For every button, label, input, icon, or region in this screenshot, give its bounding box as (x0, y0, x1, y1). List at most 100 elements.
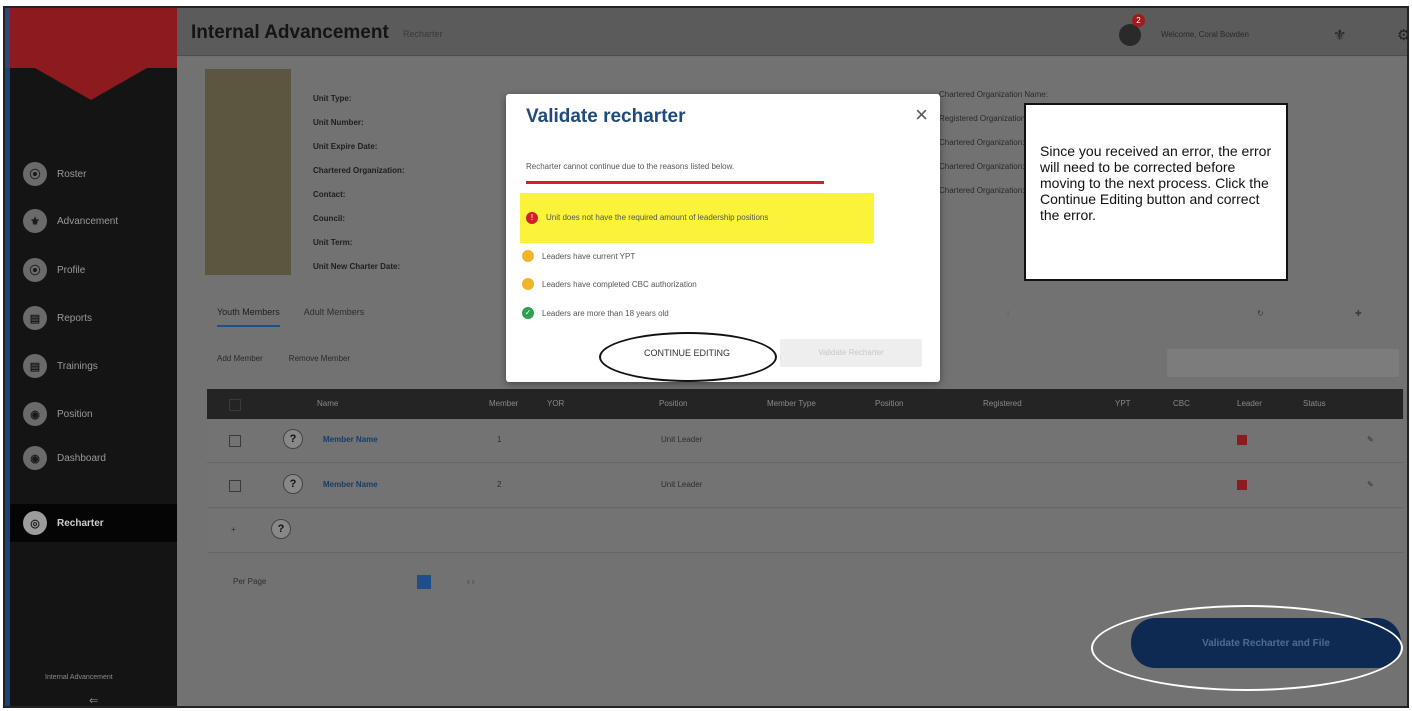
tab-youth-members[interactable]: Youth Members (217, 307, 280, 327)
unit-number-label: Unit Number: (313, 118, 364, 127)
add-row-icon[interactable]: + (231, 525, 236, 534)
roster-icon: ⦿ (23, 162, 47, 186)
notification-badge: 2 (1132, 14, 1145, 27)
edit-icon[interactable]: ✎ (1367, 435, 1374, 444)
sidebar-item-label: Trainings (57, 360, 98, 372)
column-header[interactable]: Leader (1237, 399, 1262, 408)
column-header[interactable]: Position (875, 399, 903, 408)
sidebar-item-advancement[interactable]: ⚜ Advancement (23, 207, 118, 235)
table-row-add[interactable]: + ? (207, 509, 1403, 553)
table-row[interactable]: ? Member Name 2 Unit Leader ✎ (207, 464, 1403, 508)
top-bar: Internal Advancement Recharter 2 Welcome… (177, 8, 1407, 56)
member-name-link[interactable]: Member Name (323, 435, 378, 444)
sidebar-item-trainings[interactable]: ▤ Trainings (23, 352, 98, 380)
leader-status-indicator (1237, 480, 1247, 490)
remove-member-button[interactable]: Remove Member (289, 354, 350, 363)
search-input[interactable] (1167, 349, 1399, 377)
member-tabs: Youth Members Adult Members (217, 307, 364, 327)
sidebar-item-label: Dashboard (57, 452, 106, 464)
highlight-oval (1091, 605, 1403, 691)
validate-recharter-modal: Validate recharter × Recharter cannot co… (506, 94, 940, 382)
column-header[interactable]: Member (489, 399, 518, 408)
row-checkbox[interactable] (229, 435, 241, 447)
tab-adult-members[interactable]: Adult Members (304, 307, 365, 327)
collapse-arrow-icon[interactable]: ⇐ (89, 694, 98, 706)
column-header[interactable]: YPT (1115, 399, 1131, 408)
table-actions: Add Member Remove Member (217, 354, 350, 363)
profile-icon: ⦿ (23, 258, 47, 282)
warning-icon (522, 250, 534, 262)
page-title: Internal Advancement (191, 22, 389, 43)
table-header: Name Member YOR Position Member Type Pos… (207, 389, 1403, 419)
sidebar-item-label: Recharter (57, 517, 104, 529)
error-divider (526, 181, 824, 184)
validate-recharter-modal-button[interactable]: Validate Recharter (780, 339, 922, 367)
sidebar-edge (5, 8, 10, 706)
settings-gear-icon[interactable]: ⚙ (1397, 26, 1407, 44)
page-subtitle: Recharter (403, 29, 443, 39)
column-header[interactable]: Member Type (767, 399, 816, 408)
recharter-icon: ◎ (23, 511, 47, 535)
warning-icon (522, 278, 534, 290)
trainings-icon: ▤ (23, 354, 47, 378)
row-checkbox[interactable] (229, 480, 241, 492)
column-header[interactable]: Position (659, 399, 687, 408)
sidebar-item-label: Position (57, 408, 93, 420)
member-position: Unit Leader (661, 435, 703, 444)
unit-info: Unit Type: Unit Number: Unit Expire Date… (313, 87, 405, 279)
sidebar-footer: Internal Advancement (45, 674, 113, 681)
check-label: Leaders have current YPT (542, 251, 636, 261)
screenshot-frame: ⦿ Roster ⚜ Advancement ⦿ Profile ▤ Repor… (3, 6, 1409, 708)
sidebar-item-dashboard[interactable]: ◉ Dashboard (23, 444, 106, 472)
column-header[interactable]: Name (317, 399, 338, 408)
sidebar-item-label: Roster (57, 168, 87, 180)
avatar: ? (283, 429, 303, 449)
check-label: Leaders have completed CBC authorization (542, 279, 697, 289)
sidebar-item-recharter[interactable]: ◎ Recharter (10, 504, 177, 542)
sidebar-item-profile[interactable]: ⦿ Profile (23, 256, 85, 284)
check-item-warning: Leaders have current YPT (522, 250, 635, 262)
column-header[interactable]: Status (1303, 399, 1326, 408)
sidebar-item-position[interactable]: ◉ Position (23, 400, 93, 428)
close-icon[interactable]: × (915, 104, 928, 126)
advancement-icon: ⚜ (23, 209, 47, 233)
sidebar-item-label: Reports (57, 312, 93, 324)
fleur-de-lis-icon[interactable]: ⚜ (1333, 26, 1346, 44)
filter-icon[interactable]: ⫶ (1007, 309, 1009, 319)
edit-icon[interactable]: ✎ (1367, 480, 1374, 489)
avatar: ? (283, 474, 303, 494)
pager-select[interactable] (417, 575, 431, 589)
contact-label: Contact: (313, 190, 346, 199)
council-label: Council: (313, 214, 345, 223)
refresh-icon[interactable]: ↻ (1257, 309, 1264, 318)
pin-icon[interactable]: ✚ (1355, 309, 1362, 318)
unit-new-charter-label: Unit New Charter Date: (313, 262, 401, 271)
member-name-link[interactable]: Member Name (323, 480, 378, 489)
select-all-checkbox[interactable] (229, 399, 241, 411)
modal-title: Validate recharter (526, 106, 686, 127)
sidebar-item-reports[interactable]: ▤ Reports (23, 304, 92, 332)
sidebar-item-roster[interactable]: ⦿ Roster (23, 160, 86, 188)
check-icon: ✓ (522, 307, 534, 319)
leader-status-indicator (1237, 435, 1247, 445)
dashboard-icon: ◉ (23, 446, 47, 470)
column-header[interactable]: YOR (547, 399, 564, 408)
pager-range: ‹ › (467, 577, 475, 586)
member-id: 1 (497, 435, 502, 444)
position-icon: ◉ (23, 402, 47, 426)
table-row[interactable]: ? Member Name 1 Unit Leader ✎ (207, 419, 1403, 463)
column-header[interactable]: CBC (1173, 399, 1190, 408)
pager-label: Per Page (233, 577, 267, 586)
welcome-text: Welcome, Coral Bowden (1161, 30, 1249, 39)
notification-bell-icon[interactable] (1119, 24, 1141, 46)
column-header[interactable]: Registered (983, 399, 1022, 408)
unit-expire-label: Unit Expire Date: (313, 142, 378, 151)
instruction-callout: Since you received an error, the error w… (1024, 103, 1288, 281)
sidebar-item-label: Profile (57, 264, 86, 276)
unit-photo (205, 69, 291, 275)
member-position: Unit Leader (661, 480, 703, 489)
check-item-success: ✓ Leaders are more than 18 years old (522, 307, 669, 319)
check-label: Unit does not have the required amount o… (546, 213, 769, 222)
check-label: Leaders are more than 18 years old (542, 308, 669, 318)
add-member-button[interactable]: Add Member (217, 354, 263, 363)
